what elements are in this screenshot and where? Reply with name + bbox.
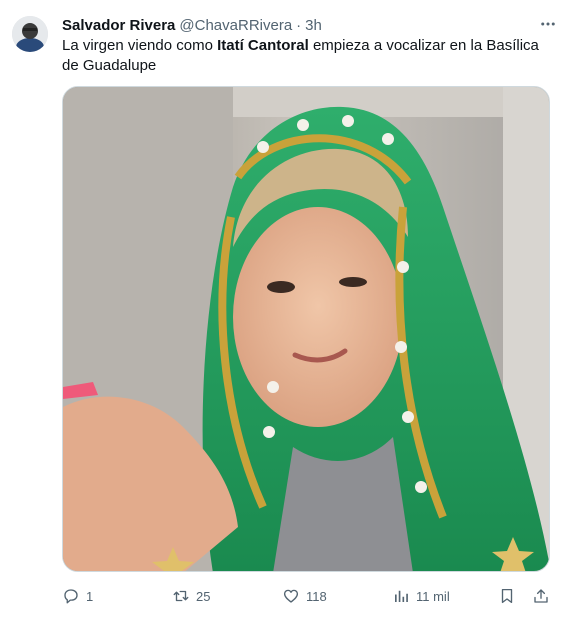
tweet-actions: 1 25 118 11 mil [62,582,550,610]
reply-icon [64,589,78,604]
repost-button[interactable]: 25 [172,582,210,610]
repost-count: 25 [196,588,211,604]
like-button[interactable]: 118 [282,582,327,610]
avatar-image [12,16,48,52]
author-name[interactable]: Salvador Rivera [62,17,175,34]
share-button[interactable] [532,582,550,610]
views-button[interactable]: 11 mil [392,582,450,610]
repost-icon [173,590,189,602]
separator-dot: · [296,16,302,34]
bookmark-icon [501,588,513,604]
photo-woman-green-veil [63,87,549,571]
tweet-image[interactable] [62,86,550,572]
like-icon [283,589,299,603]
tweet-text: La virgen viendo como Itatí Cantoral emp… [62,36,552,76]
reply-count: 1 [86,588,94,604]
avatar[interactable] [12,16,48,52]
tweet-text-start: La virgen viendo como [62,37,218,54]
reply-button[interactable]: 1 [62,582,93,610]
tweet-text-mention: Itatí Cantoral [217,37,309,54]
author-handle[interactable]: @ChavaRRivera [179,17,292,34]
views-icon [395,590,408,602]
tweet[interactable]: Salvador Rivera @ChavaRRivera · 3h La vi… [0,0,570,620]
more-options-button[interactable] [534,10,562,38]
views-count: 11 mil [416,588,450,604]
tweet-header: Salvador Rivera @ChavaRRivera · 3h [62,14,558,36]
more-icon [541,22,555,26]
timestamp[interactable]: 3h [305,17,322,34]
bookmark-button[interactable] [498,582,516,610]
share-icon [534,589,548,603]
like-count: 118 [306,588,327,604]
